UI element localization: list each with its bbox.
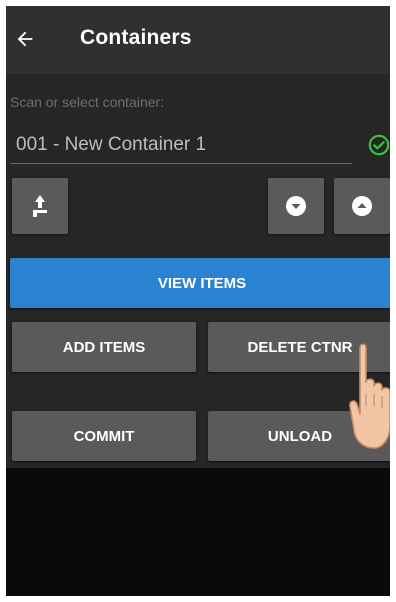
commit-button[interactable]: COMMIT [12,411,196,461]
scan-button[interactable] [12,178,68,234]
next-container-button[interactable] [268,178,324,234]
page-title: Containers [80,26,192,49]
chevron-down-circle-icon [286,196,306,216]
container-input[interactable] [10,126,352,164]
main-content: Scan or select container: VIEW ITEM [6,74,390,468]
scanner-icon [33,195,47,217]
arrow-left-icon[interactable] [14,28,36,50]
view-items-button[interactable]: VIEW ITEMS [10,258,390,308]
app-bar: Containers [6,6,390,74]
scan-label: Scan or select container: [10,94,165,110]
check-circle-icon [368,134,390,156]
pointing-hand-icon [349,343,390,449]
chevron-up-circle-icon [352,196,372,216]
add-items-button[interactable]: ADD ITEMS [12,322,196,372]
previous-container-button[interactable] [334,178,390,234]
device-screen: Containers Scan or select container: 001… [6,6,390,596]
